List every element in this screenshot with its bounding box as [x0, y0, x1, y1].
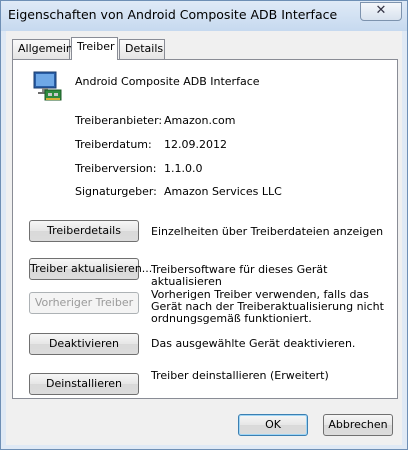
driver-date-label: Treiberdatum:	[75, 138, 152, 151]
uninstall-driver-description: Treiber deinstallieren (Erweitert)	[151, 369, 329, 382]
window-title: Eigenschaften von Android Composite ADB …	[8, 7, 338, 22]
device-name: Android Composite ADB Interface	[75, 75, 260, 88]
close-button[interactable]: ✕	[360, 2, 402, 21]
driver-details-button[interactable]: Treiberdetails	[29, 220, 139, 242]
title-bar[interactable]: Eigenschaften von Android Composite ADB …	[1, 1, 407, 31]
dialog-client-area: Allgemein Treiber Details Android Compos…	[6, 31, 402, 445]
close-icon: ✕	[375, 3, 387, 18]
update-driver-description: Treibersoftware für dieses Gerät aktuali…	[151, 263, 328, 288]
digital-signer-value: Amazon Services LLC	[164, 185, 282, 198]
driver-details-description: Einzelheiten über Treiberdateien anzeige…	[151, 225, 384, 238]
ok-button[interactable]: OK	[238, 414, 308, 436]
disable-device-description: Das ausgewählte Gerät deaktivieren.	[151, 337, 356, 350]
driver-version-label: Treiberversion:	[75, 162, 157, 175]
digital-signer-label: Signaturgeber:	[75, 185, 157, 198]
tab-allgemein[interactable]: Allgemein	[12, 39, 73, 59]
driver-provider-label: Treiberanbieter:	[75, 114, 163, 127]
properties-dialog: Eigenschaften von Android Composite ADB …	[0, 0, 408, 450]
driver-provider-value: Amazon.com	[164, 114, 236, 127]
roll-back-driver-description: Vorherigen Treiber verwenden, falls das …	[151, 288, 384, 325]
network-adapter-icon	[33, 71, 62, 101]
cancel-button[interactable]: Abbrechen	[323, 414, 393, 436]
driver-date-value: 12.09.2012	[164, 138, 227, 151]
disable-device-button[interactable]: Deaktivieren	[29, 333, 139, 355]
tab-details[interactable]: Details	[119, 39, 165, 59]
update-driver-button[interactable]: Treiber aktualisieren...	[29, 258, 152, 280]
tab-treiber[interactable]: Treiber	[71, 37, 118, 60]
roll-back-driver-button[interactable]: Vorheriger Treiber	[29, 292, 139, 314]
driver-tab-panel: Android Composite ADB Interface Treibera…	[12, 59, 398, 399]
driver-version-value: 1.1.0.0	[164, 162, 203, 175]
uninstall-driver-button[interactable]: Deinstallieren	[29, 373, 139, 395]
